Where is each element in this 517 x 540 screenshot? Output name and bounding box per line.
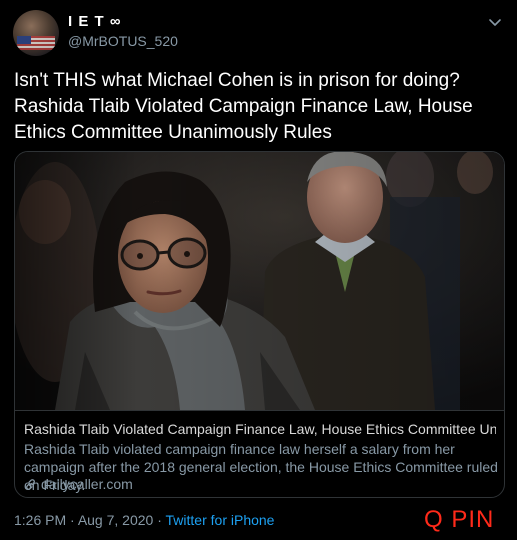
card-image bbox=[15, 152, 504, 410]
meta-separator: · bbox=[153, 512, 166, 528]
avatar[interactable] bbox=[13, 10, 59, 56]
link-card[interactable]: Rashida Tlaib Violated Campaign Finance … bbox=[14, 151, 505, 498]
card-domain[interactable]: dailycaller.com bbox=[24, 476, 133, 492]
avatar-flag-canton bbox=[17, 36, 31, 44]
tweet-meta: 1:26 PM · Aug 7, 2020 · Twitter for iPho… bbox=[14, 512, 274, 528]
card-title[interactable]: Rashida Tlaib Violated Campaign Finance … bbox=[24, 421, 496, 437]
tweet-time[interactable]: 1:26 PM bbox=[14, 512, 66, 528]
card-domain-text: dailycaller.com bbox=[41, 476, 133, 492]
tweet-date[interactable]: Aug 7, 2020 bbox=[78, 512, 154, 528]
chevron-down-icon[interactable] bbox=[487, 14, 503, 30]
meta-separator: · bbox=[66, 512, 78, 528]
display-name[interactable]: I E T ∞ bbox=[68, 13, 122, 30]
link-icon bbox=[26, 479, 35, 490]
watermark: Q PIN bbox=[424, 506, 495, 533]
tweet-text: Isn't THIS what Michael Cohen is in pris… bbox=[14, 70, 473, 143]
tweet-source-link[interactable]: Twitter for iPhone bbox=[166, 512, 275, 528]
user-handle[interactable]: @MrBOTUS_520 bbox=[68, 33, 178, 49]
card-body[interactable]: Rashida Tlaib Violated Campaign Finance … bbox=[15, 410, 504, 497]
